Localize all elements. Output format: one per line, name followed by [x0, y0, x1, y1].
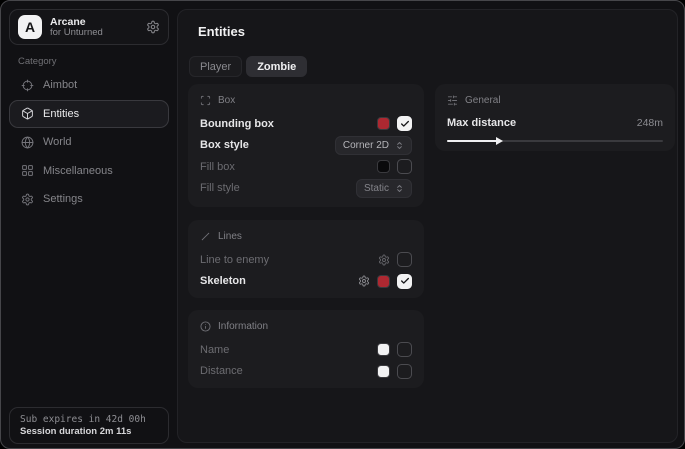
info-icon: [200, 321, 211, 332]
lines-card: Lines Line to enemy Skeleton: [188, 220, 424, 298]
setting-row-bounding-box: Bounding box: [200, 113, 412, 135]
setting-row-max-distance: Max distance 248m: [447, 113, 663, 133]
color-swatch[interactable]: [377, 160, 390, 173]
tab-zombie[interactable]: Zombie: [246, 56, 307, 77]
page-title: Entities: [198, 24, 245, 39]
app-window: A Arcane for Unturned Category Aimbot En…: [0, 0, 685, 449]
max-distance-slider[interactable]: [447, 140, 663, 142]
setting-row-line-to-enemy: Line to enemy: [200, 249, 412, 271]
sidebar-item-settings[interactable]: Settings: [9, 185, 169, 214]
box-icon: [21, 107, 34, 120]
sidebar-nav: Aimbot Entities World Miscellaneous Sett…: [9, 71, 169, 214]
chevrons-up-down-icon: [395, 141, 404, 150]
sidebar-item-aimbot[interactable]: Aimbot: [9, 71, 169, 100]
setting-row-name: Name: [200, 339, 412, 361]
color-swatch[interactable]: [377, 275, 390, 288]
card-title: Box: [218, 95, 235, 106]
information-card: Information Name Distance: [188, 310, 424, 388]
card-title: Information: [218, 321, 268, 332]
scan-icon: [200, 95, 211, 106]
color-swatch[interactable]: [377, 365, 390, 378]
card-title: General: [465, 95, 501, 106]
setting-row-fill-style: Fill style Static: [200, 178, 412, 200]
gear-icon[interactable]: [378, 254, 390, 266]
sidebar-item-label: Miscellaneous: [43, 165, 113, 177]
sidebar-item-miscellaneous[interactable]: Miscellaneous: [9, 157, 169, 186]
gear-icon[interactable]: [358, 275, 370, 287]
brand-card: A Arcane for Unturned: [9, 9, 169, 45]
tab-player[interactable]: Player: [189, 56, 242, 77]
box-card: Box Bounding box Box style Corner 2D Fil…: [188, 84, 424, 207]
chevrons-up-down-icon: [395, 184, 404, 193]
sidebar-item-label: World: [43, 136, 72, 148]
fill-box-checkbox[interactable]: [397, 159, 412, 174]
main-panel: Entities Player Zombie Box Bounding box: [177, 9, 678, 443]
app-name: Arcane: [50, 16, 138, 28]
general-card: General Max distance 248m: [435, 84, 675, 151]
crosshair-icon: [21, 79, 34, 92]
sidebar: A Arcane for Unturned Category Aimbot En…: [1, 1, 177, 448]
setting-row-skeleton: Skeleton: [200, 271, 412, 293]
gear-icon: [21, 193, 34, 206]
category-label: Category: [18, 56, 57, 67]
line-to-enemy-checkbox[interactable]: [397, 252, 412, 267]
skeleton-checkbox[interactable]: [397, 274, 412, 289]
color-swatch[interactable]: [377, 343, 390, 356]
slider-fill: [447, 140, 501, 142]
fill-style-select[interactable]: Static: [356, 179, 412, 198]
grid-icon: [21, 164, 34, 177]
setting-row-box-style: Box style Corner 2D: [200, 135, 412, 157]
app-logo: A: [18, 15, 42, 39]
globe-icon: [21, 136, 34, 149]
sub-expiry-text: Sub expires in 42d 00h: [20, 414, 158, 425]
max-distance-value: 248m: [637, 117, 663, 129]
tab-bar: Player Zombie: [189, 56, 307, 77]
sidebar-item-world[interactable]: World: [9, 128, 169, 157]
setting-row-distance: Distance: [200, 361, 412, 383]
line-icon: [200, 231, 211, 242]
setting-row-fill-box: Fill box: [200, 156, 412, 178]
sliders-icon: [447, 95, 458, 106]
sidebar-item-label: Aimbot: [43, 79, 77, 91]
session-duration-text: Session duration 2m 11s: [20, 426, 158, 437]
slider-thumb[interactable]: [496, 137, 503, 145]
app-subtitle: for Unturned: [50, 28, 138, 39]
box-style-select[interactable]: Corner 2D: [335, 136, 412, 155]
gear-icon[interactable]: [146, 20, 160, 34]
card-title: Lines: [218, 231, 242, 242]
sidebar-item-entities[interactable]: Entities: [9, 100, 169, 129]
subscription-card: Sub expires in 42d 00h Session duration …: [9, 407, 169, 444]
name-checkbox[interactable]: [397, 342, 412, 357]
color-swatch[interactable]: [377, 117, 390, 130]
distance-checkbox[interactable]: [397, 364, 412, 379]
sidebar-item-label: Settings: [43, 193, 83, 205]
bounding-box-checkbox[interactable]: [397, 116, 412, 131]
sidebar-item-label: Entities: [43, 108, 79, 120]
